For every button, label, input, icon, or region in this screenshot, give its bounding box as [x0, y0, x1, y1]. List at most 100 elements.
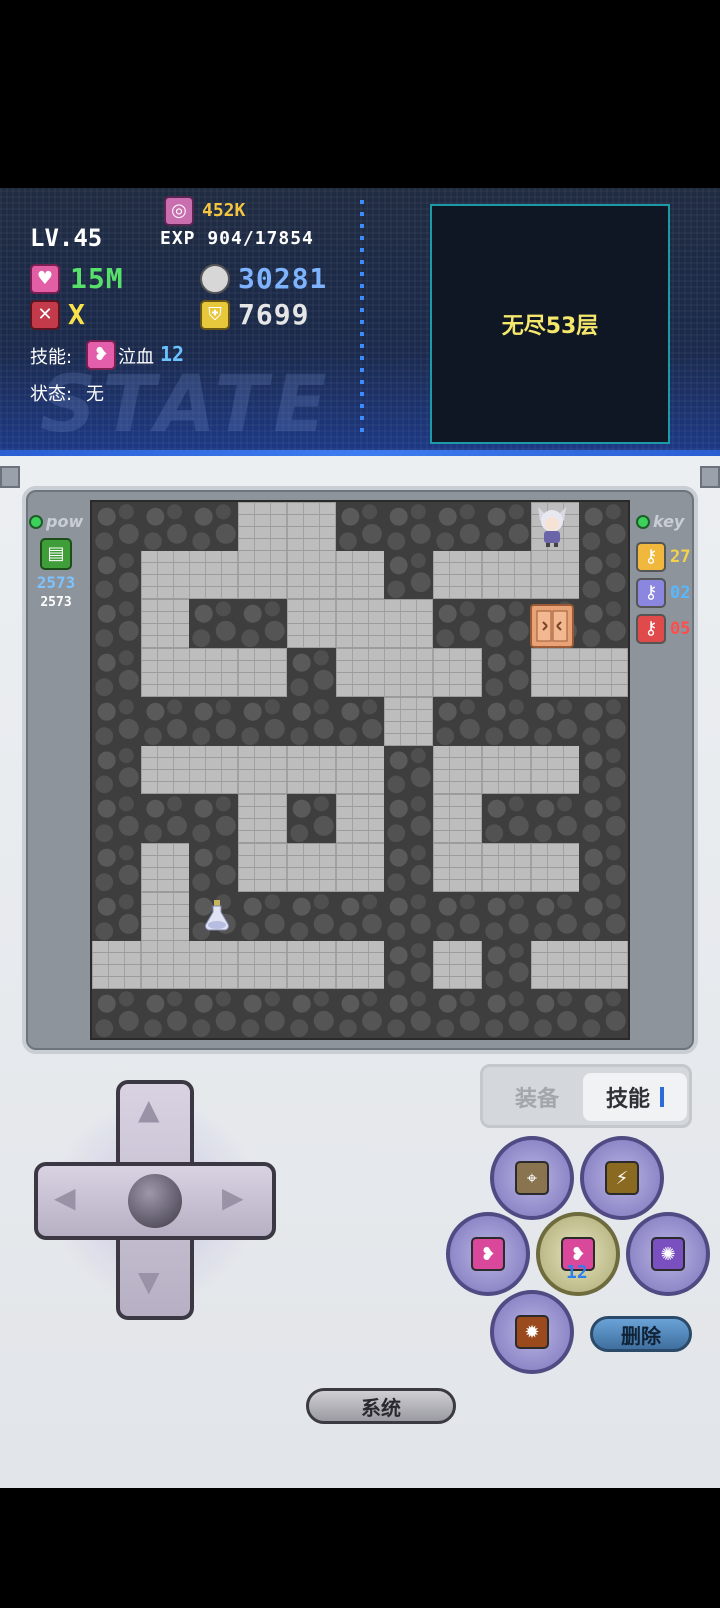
burst-icon: ✹: [515, 1315, 549, 1349]
book-icon[interactable]: ▤: [40, 538, 72, 570]
system-button[interactable]: 系统: [306, 1388, 456, 1424]
maze-floor: [335, 745, 385, 795]
maze-wall: [140, 696, 190, 746]
maze-floor: [433, 940, 482, 990]
maze-floor: [433, 648, 482, 697]
maze-wall: [286, 891, 336, 941]
skill-name: 泣血: [118, 347, 154, 368]
maze-wall: [530, 891, 580, 941]
dpad-down-button[interactable]: ▼: [138, 1268, 160, 1296]
maze-wall: [384, 891, 434, 941]
weapon-icon: ✕: [30, 300, 60, 330]
maze-wall: [481, 989, 531, 1038]
maze-wall: [579, 502, 628, 551]
maze-wall: [579, 794, 628, 844]
skill-button-shield[interactable]: ⚡: [580, 1136, 664, 1220]
maze-floor: [335, 843, 385, 892]
maze-wall: [238, 891, 287, 941]
left-shoulder-tab: [0, 466, 20, 488]
maze-wall: [335, 502, 385, 551]
mode-tabs: 装备 技能: [480, 1064, 692, 1128]
maze-wall: [286, 648, 336, 697]
maze-wall: [481, 940, 531, 990]
maze-wall: [238, 989, 287, 1038]
maze-floor: [189, 648, 239, 697]
pow-sub-value: 2573: [40, 595, 72, 610]
maze-wall: [579, 696, 628, 746]
maze-floor: [238, 794, 287, 844]
maze-wall: [433, 989, 482, 1038]
maze-wall: [140, 989, 190, 1038]
maze-wall: [189, 502, 239, 551]
lightning-shield-icon: ⚡: [605, 1161, 639, 1195]
attack-value: 30281: [238, 262, 328, 295]
maze-wall: [140, 794, 190, 844]
maze-floor: [335, 599, 385, 649]
maze-floor: [238, 745, 287, 795]
maze-floor: [140, 648, 190, 697]
tab-skill[interactable]: 技能: [583, 1073, 687, 1121]
maze-floor: [238, 550, 287, 600]
maze-wall: [579, 550, 628, 600]
maze-wall: [335, 989, 385, 1038]
delete-button[interactable]: 删除: [590, 1316, 692, 1352]
maze-floor: [238, 843, 287, 892]
status-label: 状态:: [30, 384, 73, 405]
maze-floor: [433, 843, 482, 892]
maze-wall: [92, 843, 141, 892]
dpad-right-button[interactable]: ▶: [222, 1184, 244, 1212]
maze-floor: [335, 794, 385, 844]
skill-button-swirl[interactable]: ✺: [626, 1212, 710, 1296]
panel-divider: [360, 200, 364, 436]
maze-wall: [530, 989, 580, 1038]
maze-wall: [384, 745, 434, 795]
maze-wall: [530, 794, 580, 844]
pow-value: 2573: [36, 573, 76, 592]
maze-wall: [92, 648, 141, 697]
maze-floor: [433, 745, 482, 795]
maze-floor: [579, 648, 628, 697]
door-icon[interactable]: [528, 602, 576, 650]
maze-floor: [384, 648, 434, 697]
swirl-icon: ✺: [651, 1237, 685, 1271]
heart-icon: ♥: [30, 264, 60, 294]
maze-wall: [92, 599, 141, 649]
attack-orb-icon: [200, 264, 230, 294]
maze-floor: [286, 550, 336, 600]
maze-wall: [286, 794, 336, 844]
maze-wall: [433, 696, 482, 746]
maze-wall: [189, 599, 239, 649]
dpad-left-button[interactable]: ◀: [54, 1184, 76, 1212]
maze-floor: [140, 550, 190, 600]
maze-wall: [189, 696, 239, 746]
gold-icon: ◎: [164, 196, 194, 226]
maze-floor: [140, 940, 190, 990]
maze-board[interactable]: [90, 500, 630, 1040]
key-title: key: [653, 512, 685, 531]
potion-icon[interactable]: [200, 896, 234, 934]
maze-wall: [384, 989, 434, 1038]
maze-floor: [530, 940, 580, 990]
dpad-up-button[interactable]: ▲: [138, 1096, 160, 1124]
level-label: LV.45: [30, 224, 103, 252]
skill-button-target[interactable]: ⌖: [490, 1136, 574, 1220]
floor-display: 无尽53层: [430, 204, 670, 444]
maze-floor: [140, 745, 190, 795]
maze-wall: [92, 794, 141, 844]
maze-wall: [92, 696, 141, 746]
skill-button-active[interactable]: ❥ 12: [536, 1212, 620, 1296]
pow-indicator-dot: [29, 515, 43, 529]
active-skill-count: 12: [566, 1262, 588, 1283]
tab-equip[interactable]: 装备: [491, 1073, 583, 1121]
maze-wall: [481, 794, 531, 844]
status-value: 无: [86, 384, 104, 405]
maze-wall: [92, 745, 141, 795]
maze-wall: [384, 550, 434, 600]
maze-floor: [238, 940, 287, 990]
maze-floor: [140, 843, 190, 892]
maze-floor: [433, 550, 482, 600]
skill-button-drop[interactable]: ❥: [446, 1212, 530, 1296]
skill-button-burst[interactable]: ✹: [490, 1290, 574, 1374]
maze-floor: [481, 843, 531, 892]
maze-wall: [481, 696, 531, 746]
